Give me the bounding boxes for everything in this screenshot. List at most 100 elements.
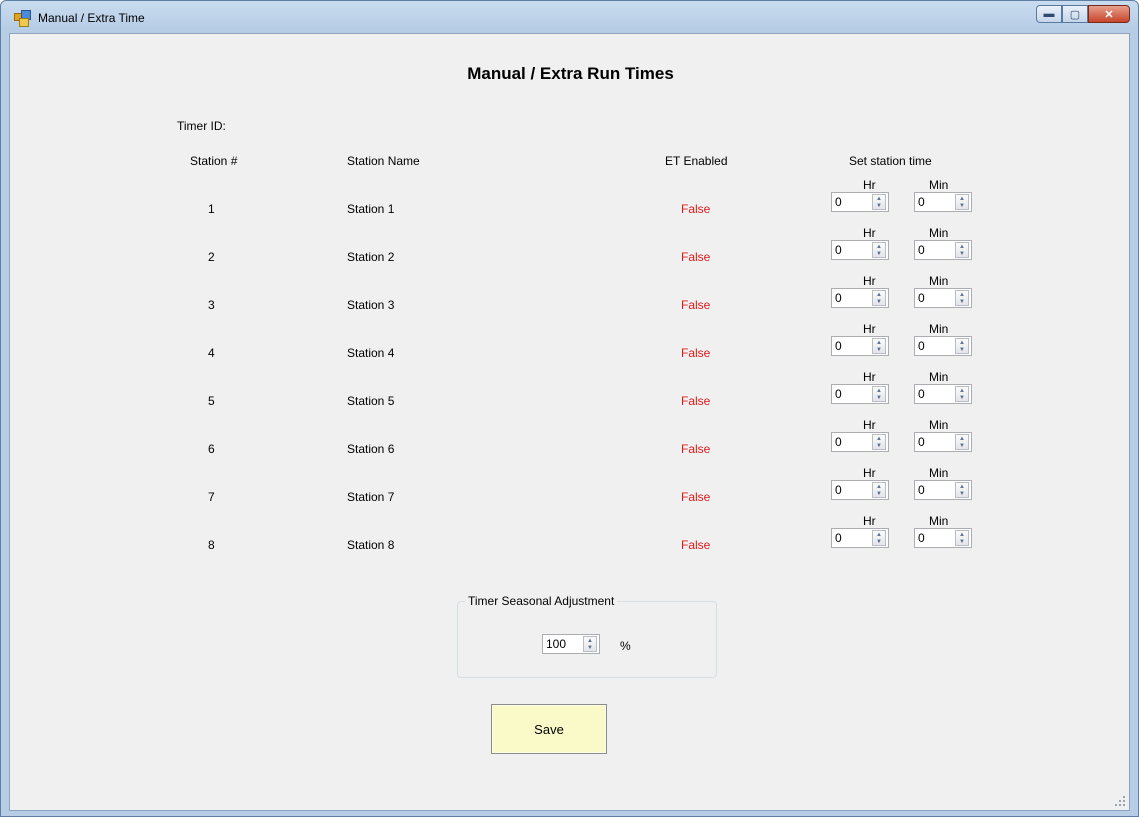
hour-value: 0	[835, 435, 842, 449]
minute-label: Min	[929, 226, 949, 240]
hour-input[interactable]: 0 ▲ ▼	[831, 192, 889, 212]
minute-input[interactable]: 0 ▲ ▼	[914, 336, 972, 356]
spinner-down-icon[interactable]: ▼	[876, 443, 882, 449]
hour-spinner[interactable]: ▲ ▼	[872, 530, 886, 546]
minute-value: 0	[918, 243, 925, 257]
hour-value: 0	[835, 387, 842, 401]
hour-input[interactable]: 0 ▲ ▼	[831, 432, 889, 452]
spinner-down-icon[interactable]: ▼	[876, 347, 882, 353]
minute-spinner[interactable]: ▲ ▼	[955, 434, 969, 450]
minute-value: 0	[918, 339, 925, 353]
spinner-up-icon[interactable]: ▲	[876, 388, 882, 394]
hour-spinner[interactable]: ▲ ▼	[872, 434, 886, 450]
minute-value: 0	[918, 291, 925, 305]
app-icon[interactable]	[14, 10, 31, 27]
hour-spinner[interactable]: ▲ ▼	[872, 242, 886, 258]
spinner-down-icon[interactable]: ▼	[959, 251, 965, 257]
et-enabled-value: False	[681, 202, 711, 216]
minute-spinner[interactable]: ▲ ▼	[955, 290, 969, 306]
hour-spinner[interactable]: ▲ ▼	[872, 194, 886, 210]
et-enabled-value: False	[681, 298, 711, 312]
hour-spinner[interactable]: ▲ ▼	[872, 338, 886, 354]
page-title: Manual / Extra Run Times	[467, 64, 674, 83]
hour-input[interactable]: 0 ▲ ▼	[831, 336, 889, 356]
minute-value: 0	[918, 483, 925, 497]
minute-input[interactable]: 0 ▲ ▼	[914, 480, 972, 500]
hour-label: Hr	[863, 178, 876, 192]
minute-input[interactable]: 0 ▲ ▼	[914, 384, 972, 404]
minimize-button[interactable]: ▬	[1036, 5, 1062, 23]
spinner-up-icon[interactable]: ▲	[959, 340, 965, 346]
minute-input[interactable]: 0 ▲ ▼	[914, 192, 972, 212]
et-enabled-value: False	[681, 394, 711, 408]
et-enabled-value: False	[681, 490, 711, 504]
minute-spinner[interactable]: ▲ ▼	[955, 530, 969, 546]
spinner-down-icon[interactable]: ▼	[959, 299, 965, 305]
spinner-down-icon[interactable]: ▼	[876, 539, 882, 545]
minute-input[interactable]: 0 ▲ ▼	[914, 288, 972, 308]
spinner-down-icon[interactable]: ▼	[876, 491, 882, 497]
spinner-down-icon[interactable]: ▼	[959, 203, 965, 209]
spinner-down-icon[interactable]: ▼	[876, 203, 882, 209]
hour-spinner[interactable]: ▲ ▼	[872, 386, 886, 402]
minute-input[interactable]: 0 ▲ ▼	[914, 528, 972, 548]
hour-input[interactable]: 0 ▲ ▼	[831, 384, 889, 404]
maximize-button[interactable]: ▢	[1062, 5, 1088, 23]
minute-label: Min	[929, 514, 949, 528]
spinner-up-icon[interactable]: ▲	[959, 436, 965, 442]
spinner-up-icon[interactable]: ▲	[959, 292, 965, 298]
spinner-down-icon[interactable]: ▼	[587, 645, 593, 651]
minute-input[interactable]: 0 ▲ ▼	[914, 240, 972, 260]
spinner-up-icon[interactable]: ▲	[959, 532, 965, 538]
spinner-up-icon[interactable]: ▲	[959, 388, 965, 394]
spinner-down-icon[interactable]: ▼	[876, 395, 882, 401]
spinner-up-icon[interactable]: ▲	[876, 484, 882, 490]
hour-input[interactable]: 0 ▲ ▼	[831, 480, 889, 500]
hour-input[interactable]: 0 ▲ ▼	[831, 240, 889, 260]
hour-input[interactable]: 0 ▲ ▼	[831, 288, 889, 308]
spinner-down-icon[interactable]: ▼	[959, 395, 965, 401]
spinner-up-icon[interactable]: ▲	[876, 532, 882, 538]
close-button[interactable]: ✕	[1088, 5, 1130, 23]
minute-label: Min	[929, 322, 949, 336]
spinner-down-icon[interactable]: ▼	[959, 491, 965, 497]
seasonal-adjustment-unit: %	[620, 639, 631, 653]
spinner-down-icon[interactable]: ▼	[876, 299, 882, 305]
hour-value: 0	[835, 531, 842, 545]
spinner-up-icon[interactable]: ▲	[959, 244, 965, 250]
hour-label: Hr	[863, 226, 876, 240]
seasonal-adjustment-spinner[interactable]: ▲ ▼	[583, 636, 597, 652]
minute-spinner[interactable]: ▲ ▼	[955, 386, 969, 402]
spinner-down-icon[interactable]: ▼	[959, 443, 965, 449]
window-title: Manual / Extra Time	[38, 11, 145, 25]
resize-grip-icon[interactable]	[1115, 796, 1125, 806]
hour-value: 0	[835, 291, 842, 305]
minimize-icon: ▬	[1043, 8, 1055, 20]
spinner-up-icon[interactable]: ▲	[959, 196, 965, 202]
seasonal-adjustment-value: 100	[546, 637, 567, 651]
spinner-up-icon[interactable]: ▲	[959, 484, 965, 490]
minute-spinner[interactable]: ▲ ▼	[955, 242, 969, 258]
spinner-down-icon[interactable]: ▼	[876, 251, 882, 257]
spinner-up-icon[interactable]: ▲	[876, 340, 882, 346]
hour-input[interactable]: 0 ▲ ▼	[831, 528, 889, 548]
title-bar[interactable]: Manual / Extra Time ▬ ▢ ✕	[1, 1, 1138, 35]
set-station-time-header: Set station time	[849, 154, 932, 168]
spinner-down-icon[interactable]: ▼	[959, 347, 965, 353]
station-name: Station 8	[347, 538, 395, 552]
minute-spinner[interactable]: ▲ ▼	[955, 482, 969, 498]
spinner-up-icon[interactable]: ▲	[876, 436, 882, 442]
hour-spinner[interactable]: ▲ ▼	[872, 482, 886, 498]
spinner-up-icon[interactable]: ▲	[587, 638, 593, 644]
hour-spinner[interactable]: ▲ ▼	[872, 290, 886, 306]
spinner-up-icon[interactable]: ▲	[876, 292, 882, 298]
spinner-down-icon[interactable]: ▼	[959, 539, 965, 545]
spinner-up-icon[interactable]: ▲	[876, 244, 882, 250]
spinner-up-icon[interactable]: ▲	[876, 196, 882, 202]
save-button[interactable]: Save	[491, 704, 607, 754]
minute-spinner[interactable]: ▲ ▼	[955, 338, 969, 354]
minute-spinner[interactable]: ▲ ▼	[955, 194, 969, 210]
seasonal-adjustment-input[interactable]: 100 ▲ ▼	[542, 634, 600, 654]
minute-input[interactable]: 0 ▲ ▼	[914, 432, 972, 452]
maximize-icon: ▢	[1069, 8, 1081, 21]
